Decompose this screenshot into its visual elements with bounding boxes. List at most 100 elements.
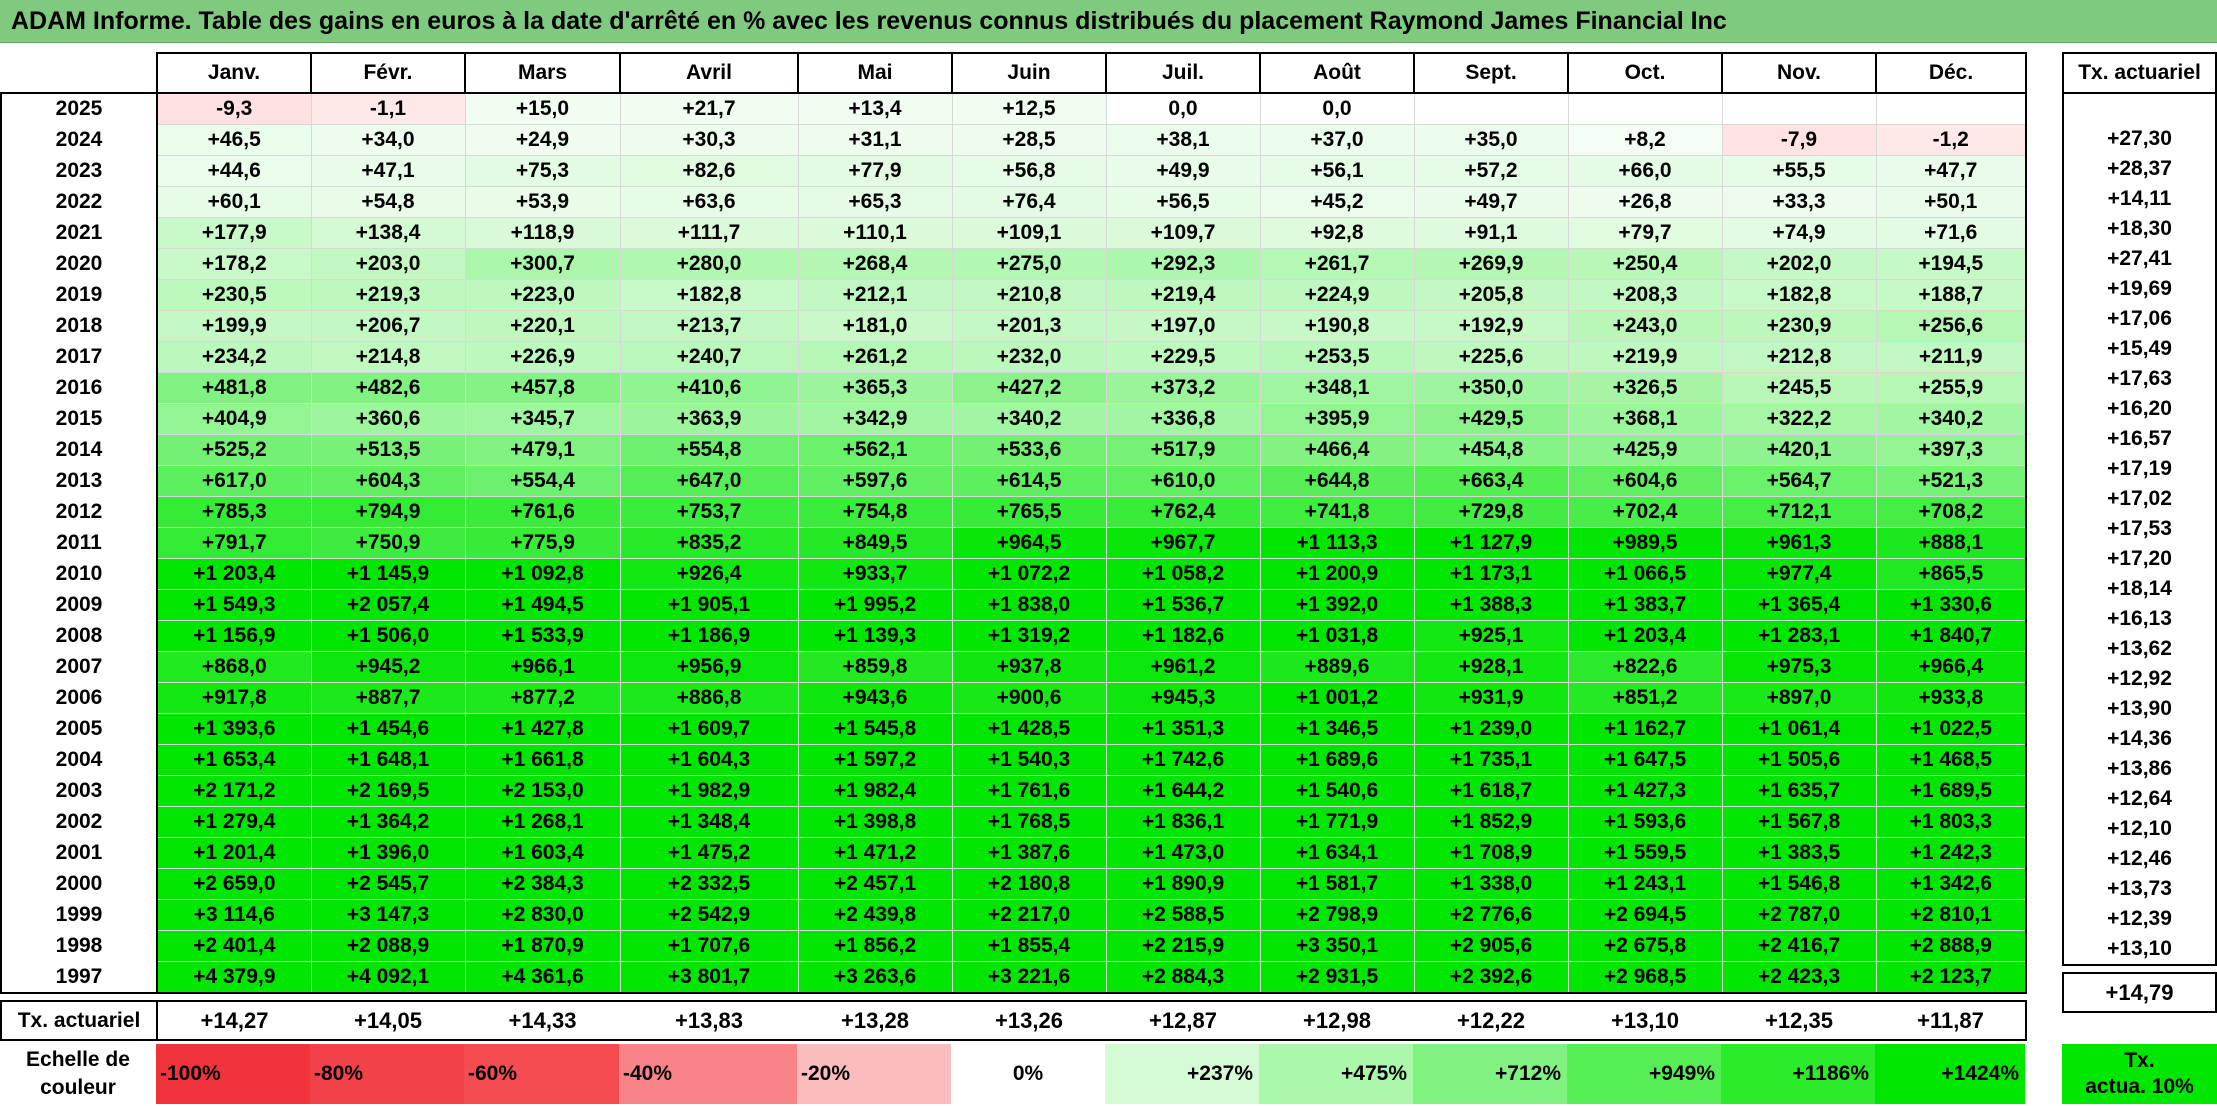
actuarial-rate-cell: +17,20 xyxy=(2062,544,2217,574)
actuarial-rate-cell: +13,10 xyxy=(2062,934,2217,966)
gain-cell: +360,6 xyxy=(310,403,466,435)
gain-cell: +47,7 xyxy=(1875,155,2027,187)
table-row: +14,36 xyxy=(2062,724,2217,754)
gain-cell: +1 383,7 xyxy=(1567,589,1723,621)
gain-cell: +1 506,0 xyxy=(310,620,466,652)
actuarial-rate-cell: +12,64 xyxy=(2062,784,2217,814)
gain-cell: +2 215,9 xyxy=(1105,930,1261,962)
color-scale-label: Echelle de couleur xyxy=(0,1040,156,1106)
table-row: +13,10 xyxy=(2062,934,2217,966)
gain-cell: +481,8 xyxy=(156,372,312,404)
actuarial-rate-cell: +15,49 xyxy=(2062,334,2217,364)
gain-cell: +887,7 xyxy=(310,682,466,714)
gain-cell: +182,8 xyxy=(1721,279,1877,311)
actuarial-rate-cell: +13,90 xyxy=(2062,694,2217,724)
row-year: 2022 xyxy=(0,186,158,218)
gain-cell: +219,3 xyxy=(310,279,466,311)
gain-cell: +213,7 xyxy=(619,310,799,342)
gain-cell: +886,8 xyxy=(619,682,799,714)
gain-cell: +397,3 xyxy=(1875,434,2027,466)
actuarial-rate-cell: +27,30 xyxy=(2062,124,2217,154)
table-row: 2005 +1 393,6 +1 454,6 +1 427,8 +1 609,7 +1 5… xyxy=(0,713,2027,745)
gain-cell: +533,6 xyxy=(951,434,1107,466)
gain-cell: +206,7 xyxy=(310,310,466,342)
gain-cell: +261,7 xyxy=(1259,248,1415,280)
gain-cell: +888,1 xyxy=(1875,527,2027,559)
gain-cell: +2 694,5 xyxy=(1567,899,1723,931)
table-row: 2012 +785,3 +794,9 +761,6 +753,7 +754,8 +765,5… xyxy=(0,496,2027,528)
gain-cell: +1 761,6 xyxy=(951,775,1107,807)
month-header: Mars xyxy=(464,52,621,94)
gain-cell: +1 383,5 xyxy=(1721,837,1877,869)
gain-cell: +2 332,5 xyxy=(619,868,799,900)
gain-cell: +1 708,9 xyxy=(1413,837,1569,869)
monthly-rate-cell: +12,98 xyxy=(1260,1000,1414,1041)
gain-cell: +425,9 xyxy=(1567,434,1723,466)
actuarial-rate-cell: +17,06 xyxy=(2062,304,2217,334)
gain-cell: +2 088,9 xyxy=(310,930,466,962)
gain-cell: +1 494,5 xyxy=(464,589,621,621)
gain-cell: +1 387,6 xyxy=(951,837,1107,869)
table-row: +12,46 xyxy=(2062,844,2217,874)
gain-cell: +729,8 xyxy=(1413,496,1569,528)
gain-cell: +24,9 xyxy=(464,124,621,156)
gain-cell: +765,5 xyxy=(951,496,1107,528)
gain-cell: +741,8 xyxy=(1259,496,1415,528)
gain-cell: +1 330,6 xyxy=(1875,589,2027,621)
gain-cell: +232,0 xyxy=(951,341,1107,373)
gain-cell: +1 113,3 xyxy=(1259,527,1415,559)
gain-cell: +868,0 xyxy=(156,651,312,683)
table-row: 2017 +234,2 +214,8 +226,9 +240,7 +261,2 +232,0… xyxy=(0,341,2027,373)
gain-cell: +212,8 xyxy=(1721,341,1877,373)
row-year: 2009 xyxy=(0,589,158,621)
gain-cell: +1 139,3 xyxy=(797,620,953,652)
gain-cell: +76,4 xyxy=(951,186,1107,218)
table-row: +17,20 xyxy=(2062,544,2217,574)
gain-cell: +202,0 xyxy=(1721,248,1877,280)
table-row: 2024 +46,5 +34,0 +24,9 +30,3 +31,1 +28,5 +38,1 +… xyxy=(0,124,2027,156)
gain-cell: +1 870,9 xyxy=(464,930,621,962)
gain-cell: +1 242,3 xyxy=(1875,837,2027,869)
row-year: 2008 xyxy=(0,620,158,652)
row-year: 2018 xyxy=(0,310,158,342)
gain-cell: +1 468,5 xyxy=(1875,744,2027,776)
monthly-rate-cell: +13,83 xyxy=(620,1000,798,1041)
color-scale-label-line2: couleur xyxy=(40,1076,116,1099)
actuarial-rate-cell: +14,36 xyxy=(2062,724,2217,754)
monthly-rate-cell: +12,87 xyxy=(1106,1000,1260,1041)
totals-row: Tx. actuariel +14,27 +14,05 +14,33 +13,83 +13… xyxy=(0,1000,2027,1041)
table-row: +17,19 xyxy=(2062,454,2217,484)
gain-cell: +1 855,4 xyxy=(951,930,1107,962)
row-year: 2000 xyxy=(0,868,158,900)
gain-cell: +350,0 xyxy=(1413,372,1569,404)
table-row: +17,63 xyxy=(2062,364,2217,394)
table-row: 2008 +1 156,9 +1 506,0 +1 533,9 +1 186,9 +1 1… xyxy=(0,620,2027,652)
totals-row: +14,79 xyxy=(2062,972,2217,1013)
actuarial-rate-cell: +16,13 xyxy=(2062,604,2217,634)
gain-cell: +822,6 xyxy=(1567,651,1723,683)
month-header: Sept. xyxy=(1413,52,1569,94)
gain-cell: +762,4 xyxy=(1105,496,1261,528)
table-row: 2009 +1 549,3 +2 057,4 +1 494,5 +1 905,1 +1 9… xyxy=(0,589,2027,621)
table-row: 2003 +2 171,2 +2 169,5 +2 153,0 +1 982,9 +1 9… xyxy=(0,775,2027,807)
gain-cell: +1 609,7 xyxy=(619,713,799,745)
gain-cell: 0,0 xyxy=(1105,92,1261,125)
gain-cell: +1 427,3 xyxy=(1567,775,1723,807)
gain-cell: -1,2 xyxy=(1875,124,2027,156)
table-row xyxy=(2062,93,2217,124)
table-row: +13,62 xyxy=(2062,634,2217,664)
gain-cell: +931,9 xyxy=(1413,682,1569,714)
gain-cell xyxy=(1721,92,1877,125)
gain-cell: +118,9 xyxy=(464,217,621,249)
gain-cell: +1 597,2 xyxy=(797,744,953,776)
gain-cell: +1 186,9 xyxy=(619,620,799,652)
gain-cell: +961,3 xyxy=(1721,527,1877,559)
gain-cell: +2 416,7 xyxy=(1721,930,1877,962)
monthly-rate-cell: +13,26 xyxy=(952,1000,1106,1041)
actuarial-rate-cell: +28,37 xyxy=(2062,154,2217,184)
gain-cell: +1 653,4 xyxy=(156,744,312,776)
spacer-row xyxy=(1,993,2026,1001)
gain-cell: +34,0 xyxy=(310,124,466,156)
gain-cell: +28,5 xyxy=(951,124,1107,156)
gain-cell: +109,7 xyxy=(1105,217,1261,249)
